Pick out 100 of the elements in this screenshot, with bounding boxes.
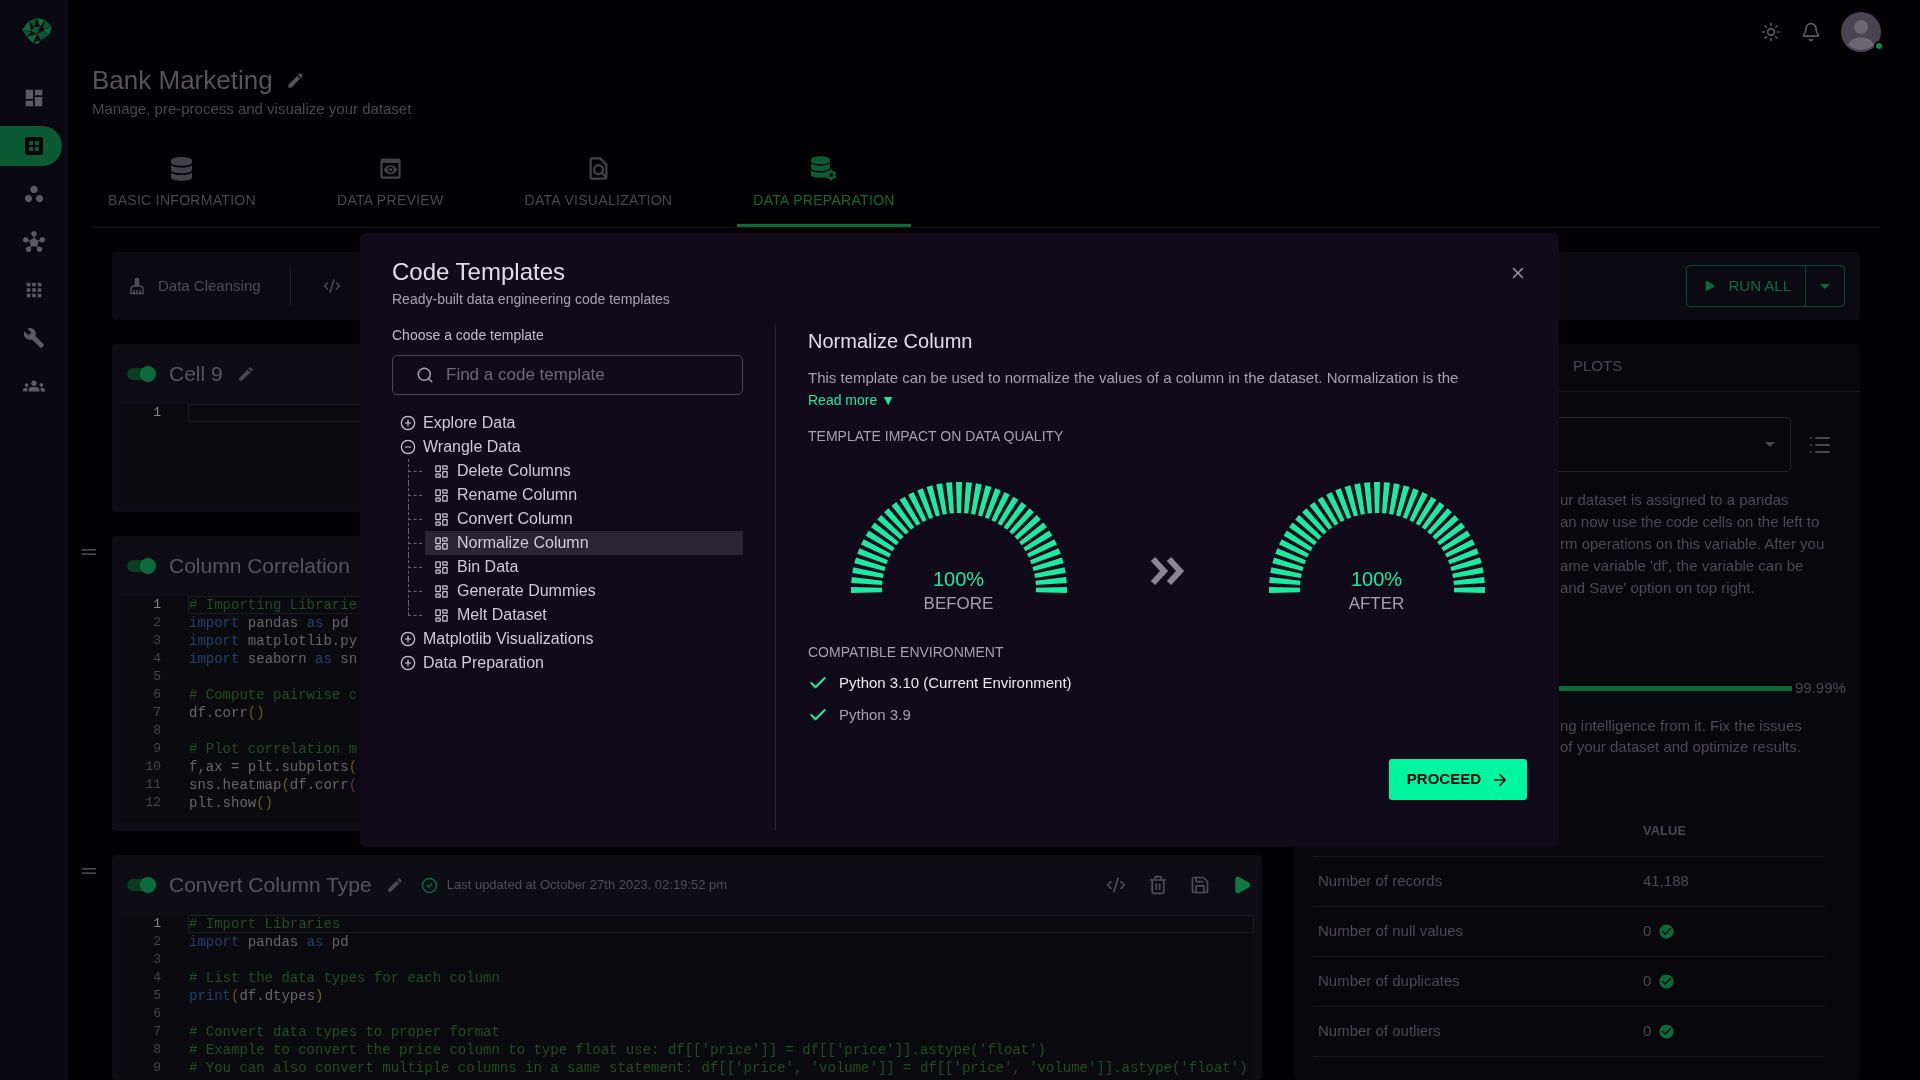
code-line: import seaborn as sn <box>189 650 358 668</box>
tree-item[interactable]: Normalize Column <box>425 531 743 555</box>
gauge-label: AFTER <box>1348 593 1405 615</box>
line-number: 2 <box>152 614 161 632</box>
page-subtitle: Manage, pre-process and visualize your dataset <box>92 99 412 119</box>
dialog-subtitle: Ready-built data engineering code templates <box>392 290 670 309</box>
line-number: 9 <box>152 1059 161 1077</box>
search-field[interactable]: Find a code template <box>392 355 743 395</box>
code-line: import matplotlib.py <box>189 632 358 650</box>
line-number: 2 <box>152 933 161 951</box>
dialog-title: Code Templates <box>392 257 565 287</box>
code-icon[interactable] <box>1106 875 1126 895</box>
pencil-icon[interactable] <box>385 876 404 894</box>
field-label: Choose a code template <box>392 326 544 345</box>
tree-item[interactable]: Wrangle Data <box>392 435 521 459</box>
table-cell-text: Number of records <box>1317 871 1443 892</box>
line-number: 9 <box>152 740 161 758</box>
line-number: 4 <box>152 650 161 668</box>
line-number: 6 <box>152 1005 161 1023</box>
line-number: 1 <box>152 596 161 614</box>
tree-item[interactable]: Explore Data <box>392 411 516 435</box>
chevrons-right-icon <box>1148 555 1187 587</box>
status-text: Last updated at October 27th 2023, 02:19:52 pm <box>446 876 728 895</box>
column-header: VALUE <box>1643 821 1687 840</box>
bell-icon[interactable] <box>1801 22 1821 42</box>
line-number: 8 <box>152 1041 161 1059</box>
logo-icon <box>21 18 53 44</box>
trash-icon[interactable] <box>1148 875 1168 895</box>
broom-icon <box>128 277 146 295</box>
code-line: import pandas as pd <box>189 933 349 951</box>
code-line: plt.show() <box>189 794 274 812</box>
gauge-value: 100% <box>932 567 985 591</box>
code-line: print(df.dtypes) <box>189 987 324 1005</box>
code-line: # Compute pairwise c <box>189 686 358 704</box>
layout-icon <box>434 535 449 551</box>
gauge-label: BEFORE <box>923 593 994 615</box>
line-number: 3 <box>152 951 161 969</box>
line-number: 1 <box>152 404 161 422</box>
caret-icon <box>1820 283 1830 289</box>
table-cell-text: 0 <box>1643 1021 1652 1042</box>
template-description: This template can be used to normalize the values of a column in the dataset. Normalization is the <box>808 368 1459 388</box>
drag-handle-icon[interactable] <box>82 868 96 874</box>
save-icon[interactable] <box>1190 875 1210 895</box>
progress-value: 99.99% <box>1795 677 1846 698</box>
gauge-value: 100% <box>1350 567 1403 591</box>
tree-item[interactable]: Rename Column <box>425 483 743 507</box>
database-icon <box>171 156 193 181</box>
sun-icon[interactable] <box>1761 22 1781 42</box>
cell-title: Column Correlation <box>169 553 350 580</box>
sidebar-item[interactable] <box>0 126 62 166</box>
dashboard-icon <box>23 87 45 109</box>
toggle-switch[interactable] <box>127 877 156 893</box>
tree-item[interactable]: Bin Data <box>425 555 743 579</box>
table-cell-text: 41,188 <box>1643 871 1689 892</box>
environment-label: Python 3.10 (Current Environment) <box>839 672 1072 693</box>
panel-text: ur dataset is assigned to a pandas an now use the code cells on the left to rm operations on this variable. After you ame variable 'df', the variable can be and Save' option on top right. <box>1560 490 1825 598</box>
section-label: COMPATIBLE ENVIRONMENT <box>808 643 1004 661</box>
layout-icon <box>434 463 449 479</box>
pencil-icon[interactable] <box>236 365 255 383</box>
line-number: 4 <box>152 969 161 987</box>
proceed-button[interactable]: PROCEED <box>1388 759 1527 800</box>
code-icon[interactable] <box>322 277 341 295</box>
table-cell-text: Number of null values <box>1317 921 1464 942</box>
line-number: 7 <box>152 704 161 722</box>
page-title: Bank Marketing <box>92 64 273 96</box>
search-icon <box>416 366 434 384</box>
code-line: f,ax = plt.subplots( <box>189 758 358 776</box>
cell-title: Cell 9 <box>169 361 223 388</box>
environment-label: Python 3.9 <box>839 704 911 725</box>
table-cell-text: 0 <box>1643 971 1652 992</box>
table-cell-text: 0 <box>1643 921 1652 942</box>
network-icon <box>23 231 45 253</box>
tree-item[interactable]: Convert Column <box>425 507 743 531</box>
table-cell-text: Number of outliers <box>1317 1021 1441 1042</box>
line-number: 11 <box>144 776 161 794</box>
toggle-switch[interactable] <box>127 366 156 382</box>
line-number: 5 <box>152 987 161 1005</box>
drag-handle-icon[interactable] <box>82 549 96 555</box>
line-number: 3 <box>152 632 161 650</box>
circles-icon <box>23 183 45 205</box>
database-gear-icon <box>810 155 838 182</box>
code-line: # Example to convert the price column to type float use: df[['price']] = df[['price']].astype('float') <box>189 1041 1046 1059</box>
code-line: # Convert data types to proper format <box>189 1023 500 1041</box>
tree-item[interactable]: Matplotlib Visualizations <box>392 627 594 651</box>
code-line: # Plot correlation m <box>189 740 358 758</box>
avatar-icon[interactable] <box>1841 12 1881 52</box>
code-line: sns.heatmap(df.corr( <box>189 776 358 794</box>
toggle-switch[interactable] <box>127 558 156 574</box>
tree-item[interactable]: Delete Columns <box>425 459 743 483</box>
line-number: 7 <box>152 1023 161 1041</box>
read-more-link[interactable]: Read more ▼ <box>808 391 895 409</box>
layout-icon <box>434 607 449 623</box>
layout-icon <box>434 511 449 527</box>
wrench-icon <box>23 327 45 349</box>
play-icon[interactable] <box>1232 875 1252 895</box>
layout-icon <box>434 487 449 503</box>
play-icon <box>1703 279 1717 293</box>
tree-item[interactable]: Data Preparation <box>392 651 544 675</box>
line-number: 12 <box>144 794 161 812</box>
check-circle-icon <box>420 876 438 894</box>
